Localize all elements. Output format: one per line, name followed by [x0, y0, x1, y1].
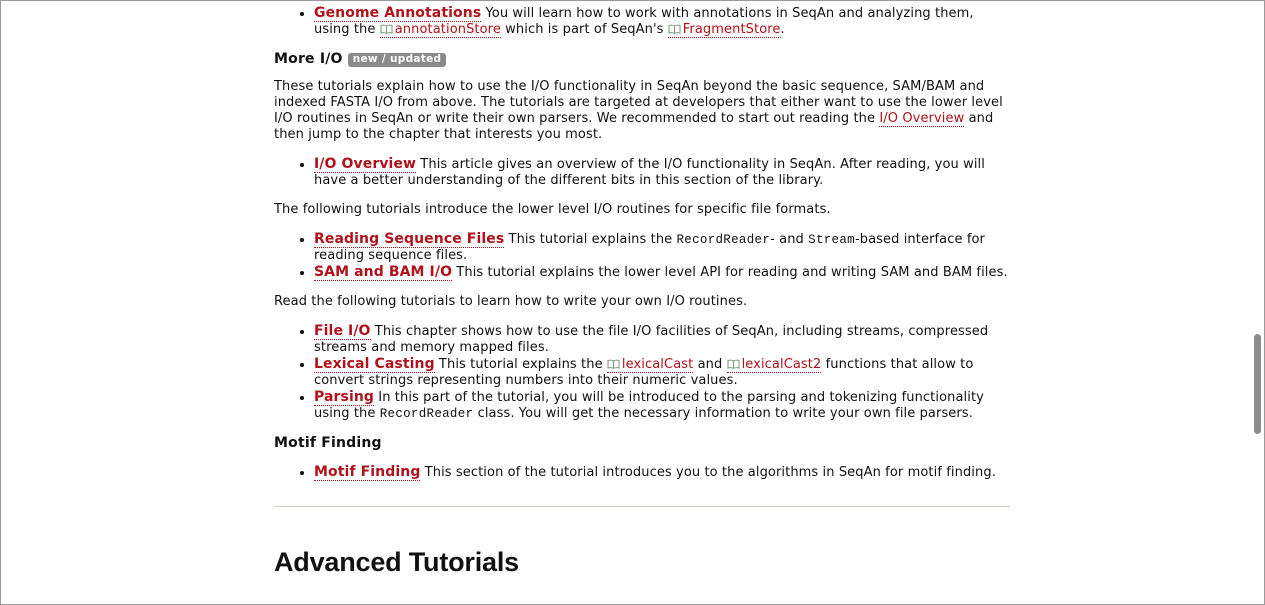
link-file-io[interactable]: File I/O — [314, 323, 371, 340]
more-io-intro: These tutorials explain how to use the I… — [274, 79, 1003, 142]
book-icon — [607, 359, 620, 369]
link-io-overview[interactable]: I/O Overview — [314, 156, 417, 173]
link-lexical-cast[interactable]: lexicalCast — [606, 357, 694, 373]
list-item-sam-bam-io: SAM and BAM I/O This tutorial explains t… — [314, 264, 1010, 281]
motif-finding-heading: Motif Finding — [274, 435, 382, 451]
list-item-parsing: Parsing In this part of the tutorial, yo… — [314, 389, 1010, 422]
list-item-motif-finding: Motif Finding This section of the tutori… — [314, 464, 1010, 481]
link-lexical-casting[interactable]: Lexical Casting — [314, 356, 435, 373]
link-lexical-cast2[interactable]: lexicalCast2 — [726, 357, 822, 373]
format-list: Reading Sequence Files This tutorial exp… — [274, 231, 1010, 281]
own-routines-intro: Read the following tutorials to learn ho… — [274, 294, 748, 309]
list-item-io-overview: I/O Overview This article gives an overv… — [314, 156, 1010, 189]
link-genome-annotations[interactable]: Genome Annotations — [314, 5, 482, 22]
vertical-scrollbar[interactable] — [1254, 1, 1262, 604]
link-motif-finding[interactable]: Motif Finding — [314, 464, 421, 481]
list-item-lexical-casting: Lexical Casting This tutorial explains t… — [314, 356, 1010, 389]
browser-viewport: Genome Annotations You will learn how to… — [0, 0, 1265, 605]
book-icon — [727, 359, 740, 369]
link-reading-sequence-files[interactable]: Reading Sequence Files — [314, 231, 505, 248]
list-item-file-io: File I/O This chapter shows how to use t… — [314, 323, 1010, 356]
link-parsing[interactable]: Parsing — [314, 389, 375, 406]
link-io-overview-inline[interactable]: I/O Overview — [879, 111, 965, 127]
motif-list: Motif Finding This section of the tutori… — [274, 464, 1010, 481]
lower-level-intro: The following tutorials introduce the lo… — [274, 202, 831, 217]
link-sam-bam-io[interactable]: SAM and BAM I/O — [314, 264, 453, 281]
io-overview-list: I/O Overview This article gives an overv… — [274, 156, 1010, 189]
list-item-genome-annotations: Genome Annotations You will learn how to… — [314, 5, 1010, 38]
list-item-reading-sequence-files: Reading Sequence Files This tutorial exp… — [314, 231, 1010, 264]
tutorial-content: Genome Annotations You will learn how to… — [274, 1, 1010, 578]
book-icon — [380, 24, 393, 34]
book-icon — [668, 24, 681, 34]
link-fragment-store[interactable]: FragmentStore — [667, 22, 781, 38]
scrollbar-thumb[interactable] — [1254, 334, 1261, 434]
new-updated-badge: new / updated — [347, 53, 447, 67]
link-annotation-store[interactable]: annotationStore — [379, 22, 501, 38]
genome-list: Genome Annotations You will learn how to… — [274, 5, 1010, 38]
more-io-heading: More I/O new / updated — [274, 50, 1010, 68]
advanced-tutorials-heading: Advanced Tutorials — [274, 547, 519, 577]
section-divider — [274, 506, 1010, 507]
routines-list: File I/O This chapter shows how to use t… — [274, 323, 1010, 422]
